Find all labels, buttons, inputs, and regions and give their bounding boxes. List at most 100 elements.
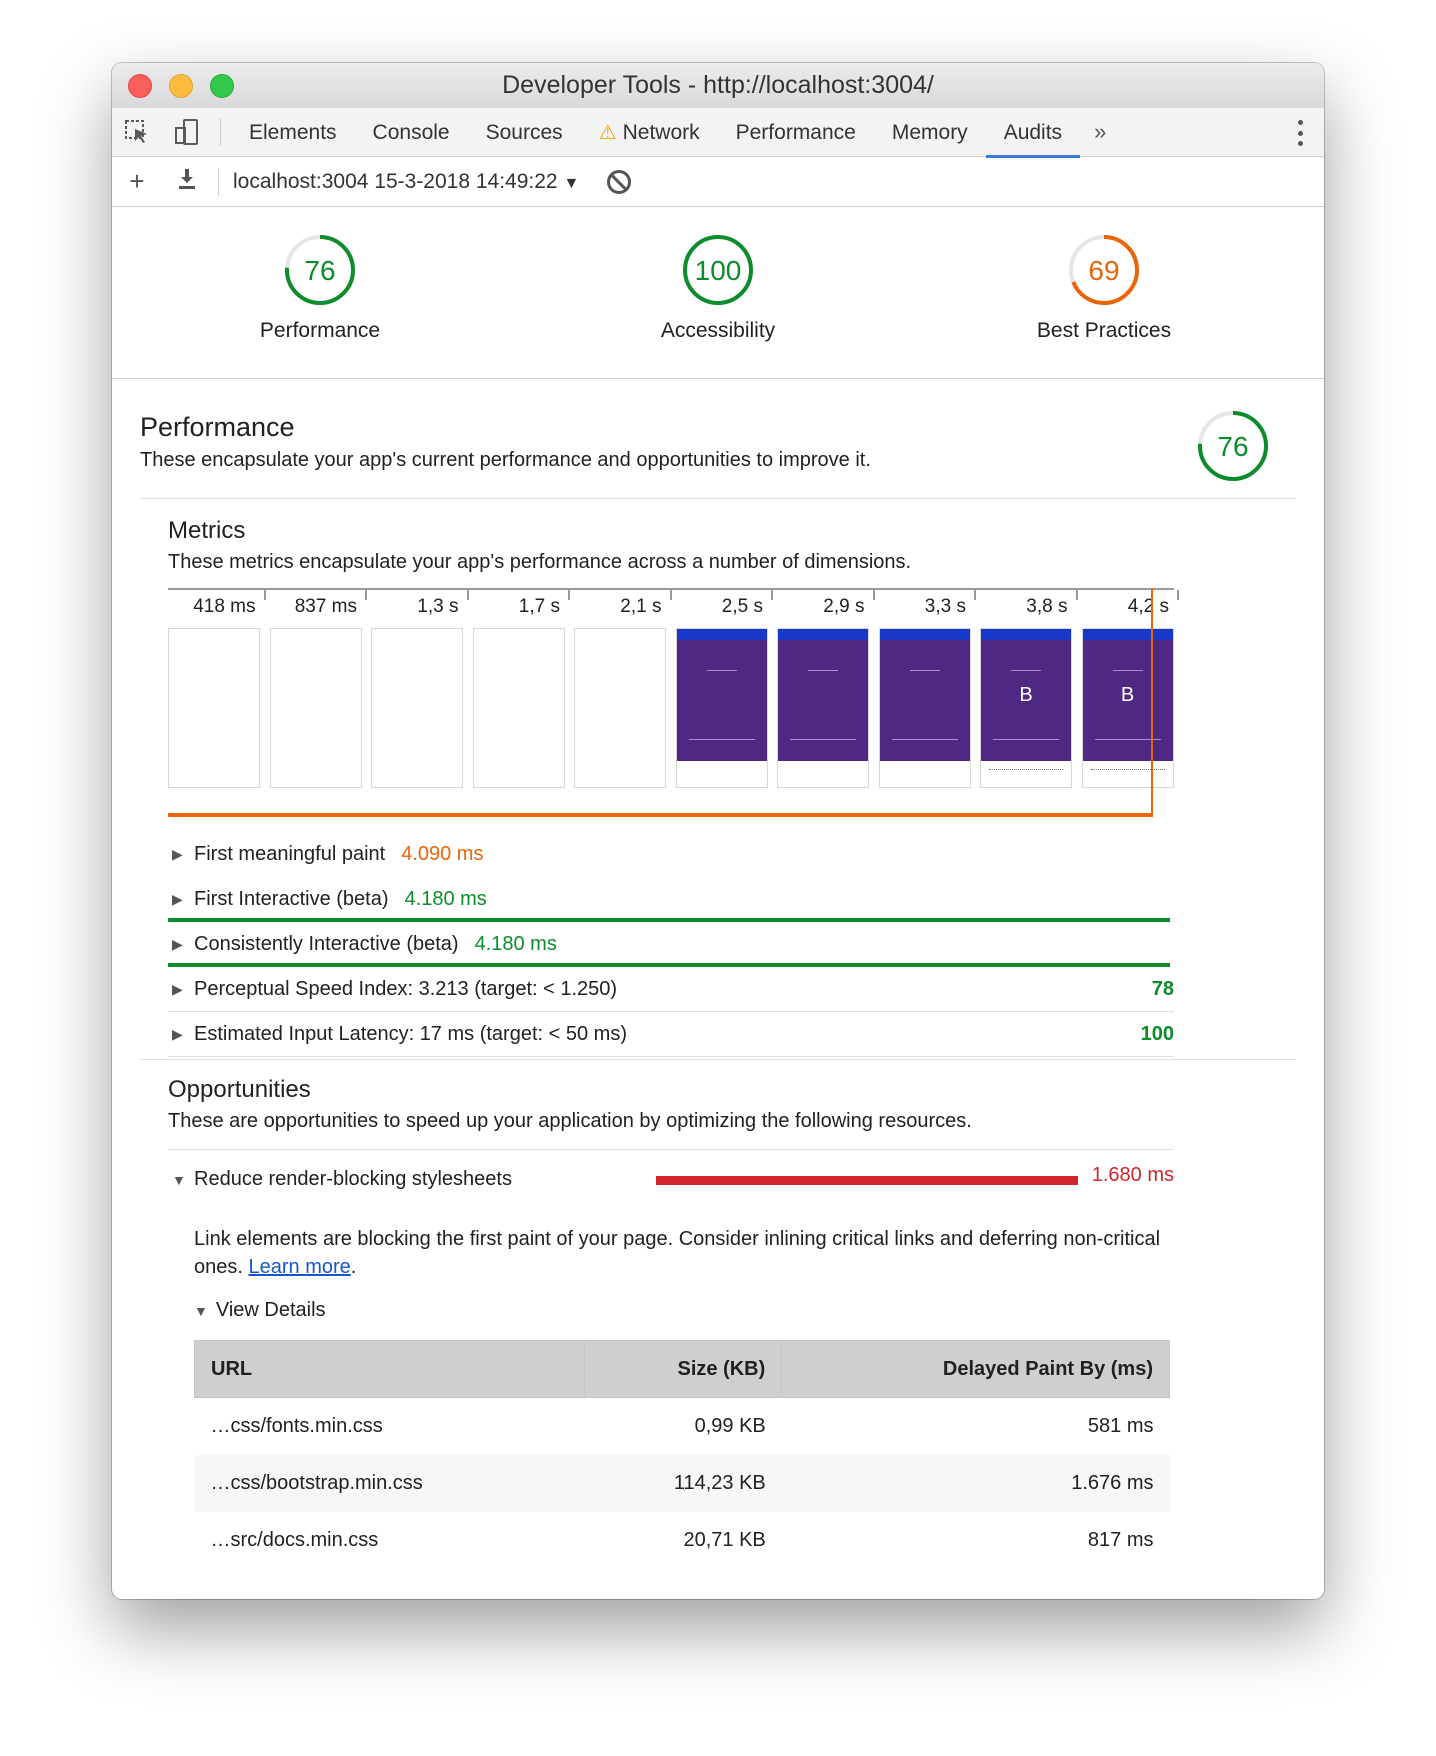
report-select[interactable]: localhost:3004 15-3-2018 14:49:22 ▼ (233, 170, 579, 194)
table-row: …src/docs.min.css 20,71 KB 817 ms (195, 1512, 1170, 1569)
score-header: 76 Performance 100 Accessibility 69 Best… (112, 207, 1324, 379)
filmstrip-timeline: 418 ms 837 ms 1,3 s 1,7 s 2,1 s 2,5 s 2,9 s 3,3… (168, 588, 1179, 838)
score-value: 69 (1088, 255, 1119, 286)
metric-row[interactable]: ▶ First meaningful paint 4.090 ms (168, 832, 1174, 877)
table-header-row: URL Size (KB) Delayed Paint By (ms) (194, 1340, 1170, 1398)
filmstrip-frame (168, 628, 260, 788)
score-label: Best Practices (1036, 319, 1172, 342)
expand-triangle-icon: ▶ (172, 1025, 183, 1042)
metric-label: Estimated Input Latency: 17 ms (target: … (194, 1022, 627, 1045)
size-cell: 114,23 KB (584, 1454, 782, 1512)
opportunity-value: 1.680 ms (1091, 1164, 1174, 1186)
score-value: 100 (695, 255, 742, 286)
first-meaningful-paint-indicator (1151, 588, 1153, 816)
section-description: These encapsulate your app's current per… (140, 449, 871, 471)
delay-cell: 1.676 ms (781, 1454, 1170, 1512)
column-header: URL (194, 1340, 585, 1398)
size-cell: 0,99 KB (694, 1414, 766, 1437)
tab-audits[interactable]: Audits (985, 108, 1081, 158)
column-header: Delayed Paint By (ms) (781, 1340, 1170, 1398)
metric-value: 4.180 ms (474, 933, 557, 955)
table-row: …css/bootstrap.min.css 114,23 KB 1.676 m… (194, 1454, 1170, 1512)
opportunity-label: Reduce render-blocking stylesheets (194, 1168, 512, 1190)
metrics-title: Metrics (168, 517, 246, 544)
tab-console[interactable]: Console (355, 108, 468, 157)
device-toolbar-icon[interactable] (162, 108, 212, 157)
filmstrip-frame (878, 628, 971, 788)
url-cell[interactable]: …css/bootstrap.min.css (194, 1454, 585, 1512)
delay-cell: 817 ms (1087, 1528, 1154, 1551)
metric-value: 4.090 ms (401, 843, 484, 865)
url-cell[interactable]: …src/docs.min.css (195, 1512, 585, 1569)
window-controls (128, 74, 234, 98)
filmstrip-frame (675, 628, 768, 788)
table-row: …css/fonts.min.css 0,99 KB 581 ms (195, 1398, 1170, 1455)
tab-network[interactable]: ⚠ Network (581, 108, 718, 157)
zoom-window-button[interactable] (210, 74, 234, 98)
section-title: Performance (140, 412, 295, 442)
expand-triangle-icon: ▶ (172, 846, 183, 862)
delay-cell: 581 ms (1087, 1414, 1154, 1437)
inspect-element-icon[interactable] (112, 108, 162, 157)
customize-menu-icon[interactable] (1298, 120, 1304, 146)
score-value: 76 (304, 255, 335, 286)
toolbar-separator (218, 167, 219, 196)
metric-row[interactable]: ▶ First Interactive (beta) 4.180 ms (168, 877, 1174, 922)
timeline-tick-label: 1,3 s (417, 596, 459, 617)
timeline-tick-label: 3,8 s (1026, 596, 1068, 617)
metric-row[interactable]: ▶ Perceptual Speed Index: 3.213 (target: … (168, 967, 1174, 1012)
metrics-section: Metrics These metrics encapsulate your a… (140, 499, 1296, 1057)
more-tabs-chevron-icon[interactable]: » (1080, 119, 1120, 145)
size-cell: 20,71 KB (683, 1528, 766, 1551)
timeline-tick-label: 1,7 s (518, 596, 560, 617)
details-table: URL Size (KB) Delayed Paint By (ms) …css… (194, 1340, 1170, 1569)
timeline-tick-label: 2,5 s (721, 596, 763, 617)
timeline-tick-label: 2,1 s (620, 596, 662, 617)
tab-memory[interactable]: Memory (874, 108, 986, 157)
filmstrip-frame: B (980, 628, 1072, 788)
filmstrip-frame (472, 628, 565, 788)
report-content: Performance These encapsulate your app's… (112, 379, 1324, 1569)
score-value: 76 (1217, 431, 1248, 462)
filmstrip-frame (574, 628, 666, 788)
filmstrip-frame (371, 628, 463, 788)
score-accessibility[interactable]: 100 Accessibility (608, 233, 828, 343)
download-icon[interactable] (162, 166, 212, 197)
learn-more-link[interactable]: Learn more (249, 1256, 351, 1278)
metric-row[interactable]: ▶ Consistently Interactive (beta) 4.180 ms (168, 922, 1174, 967)
tab-performance[interactable]: Performance (718, 108, 874, 157)
score-performance[interactable]: 76 Performance (210, 233, 430, 343)
score-best-practices[interactable]: 69 Best Practices (994, 233, 1214, 343)
url-cell[interactable]: …css/fonts.min.css (195, 1398, 585, 1455)
score-gauge: 100 (683, 235, 753, 305)
expand-triangle-icon: ▼ (194, 1302, 208, 1319)
timeline-tick-label: 2,9 s (823, 596, 865, 617)
minimize-window-button[interactable] (169, 74, 193, 98)
column-header: Size (KB) (583, 1340, 783, 1398)
dropdown-triangle-icon: ▼ (563, 174, 580, 192)
devtools-tab-bar: Elements Console Sources ⚠ Network Perfor… (112, 108, 1324, 158)
new-audit-plus-icon[interactable]: + (112, 166, 162, 197)
metrics-description: These metrics encapsulate your app's per… (168, 551, 912, 573)
score-gauge: 76 (285, 235, 355, 305)
tab-sources[interactable]: Sources (468, 108, 581, 157)
opportunities-section: Opportunities These are opportunities to… (140, 1059, 1296, 1569)
filmstrip-frame (777, 628, 869, 788)
tab-separator (220, 118, 221, 146)
clear-all-icon[interactable] (607, 169, 632, 194)
warning-icon: ⚠ (598, 121, 617, 144)
metric-row[interactable]: ▶ Estimated Input Latency: 17 ms (target:… (168, 1012, 1174, 1057)
expand-triangle-icon: ▼ (172, 1171, 186, 1188)
timeline-tick-label: 418 ms (193, 596, 256, 617)
tab-elements[interactable]: Elements (231, 108, 355, 157)
close-window-button[interactable] (128, 74, 152, 98)
opportunity-render-blocking[interactable]: ▼ Reduce render-blocking stylesheets 1.6… (168, 1149, 1174, 1201)
opportunity-bar (656, 1176, 1078, 1185)
metric-label: First Interactive (beta) (194, 888, 389, 910)
view-details-toggle[interactable]: ▼ View Details (168, 1299, 1296, 1322)
performance-score-gauge: 76 (1198, 411, 1268, 481)
metric-score: 78 (1151, 977, 1174, 1000)
metric-value: 4.180 ms (404, 888, 487, 910)
title-bar: Developer Tools - http://localhost:3004/ (112, 63, 1324, 108)
expand-triangle-icon: ▶ (172, 891, 183, 907)
